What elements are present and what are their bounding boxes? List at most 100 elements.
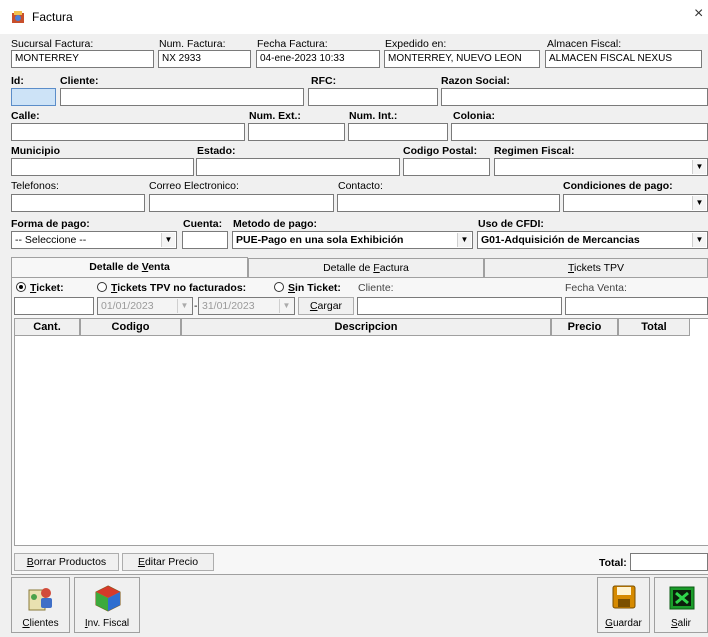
metodo-label: Metodo de pago: (233, 218, 317, 230)
rfc-field[interactable] (308, 88, 438, 106)
chevron-down-icon: ▼ (177, 299, 191, 313)
salir-key: S (670, 618, 678, 629)
tab-tickets-tpv[interactable]: Tickets TPV (484, 258, 708, 277)
telefonos-field[interactable] (11, 194, 145, 212)
regimen-label: Regimen Fiscal: (494, 145, 575, 157)
expedido-field[interactable]: MONTERREY, NUEVO LEON (384, 50, 540, 68)
column-header[interactable]: Precio (551, 318, 618, 336)
num-ext-field[interactable] (248, 123, 345, 141)
radio-off-icon (274, 282, 284, 292)
salir-button[interactable]: Salir (654, 577, 708, 633)
num-int-label: Num. Int.: (349, 110, 398, 122)
radio-tickets-tpv[interactable]: Tickets TPV no facturados: (97, 282, 246, 294)
inv-fiscal-button[interactable]: Inv. Fiscal (74, 577, 140, 633)
estado-field[interactable] (196, 158, 400, 176)
tab-detalle-factura[interactable]: Detalle de Factura (248, 258, 484, 277)
forma-select[interactable]: -- Seleccione -- ▼ (11, 231, 177, 249)
cliente-field[interactable] (60, 88, 304, 106)
column-header[interactable]: Total (618, 318, 690, 336)
editar-text: ditar Precio (144, 556, 199, 568)
radio-sin-ticket[interactable]: Sin Ticket: (274, 282, 341, 294)
calle-label: Calle: (11, 110, 40, 122)
tab-label-post: ickets TPV (574, 262, 625, 274)
fecha-field[interactable]: 04-ene-2023 10:33 (256, 50, 380, 68)
column-header[interactable]: Cant. (14, 318, 80, 336)
clientes-text: lientes (29, 618, 59, 629)
total-label: Total: (599, 557, 627, 569)
num-factura-field[interactable]: NX 2933 (158, 50, 251, 68)
correo-field[interactable] (149, 194, 334, 212)
forma-label: Forma de pago: (11, 218, 90, 230)
municipio-field[interactable] (11, 158, 194, 176)
radio-off-icon (97, 282, 107, 292)
almacen-label: Almacen Fiscal: (547, 38, 622, 50)
razon-label: Razon Social: (441, 75, 510, 87)
inventory-cube-icon (95, 585, 121, 612)
fecha-label: Fecha Factura: (257, 38, 328, 50)
num-factura-label: Num. Factura: (159, 38, 226, 50)
editar-key: E (137, 556, 145, 568)
radio-sin-key: S (288, 282, 296, 294)
cp-label: Codigo Postal: (403, 145, 478, 157)
title-bar: Factura × (0, 0, 708, 34)
products-grid[interactable] (14, 318, 708, 546)
radio-ticket-text: icket: (36, 282, 64, 294)
guardar-button[interactable]: Guardar (597, 577, 650, 633)
salir-caption: Salir (655, 618, 707, 629)
radio-on-icon (16, 282, 26, 292)
window-title: Factura (32, 10, 73, 24)
uso-select[interactable]: G01-Adquisición de Mercancias ▼ (477, 231, 708, 249)
expedido-label: Expedido en: (385, 38, 447, 50)
metodo-value: PUE-Pago en una sola Exhibición (236, 234, 404, 246)
fecha-venta-field[interactable] (565, 297, 708, 315)
ticket-field[interactable] (14, 297, 94, 315)
app-icon (12, 11, 24, 23)
num-ext-label: Num. Ext.: (249, 110, 301, 122)
forma-value: -- Seleccione -- (15, 234, 87, 246)
tab-detalle-venta[interactable]: Detalle de Venta (11, 257, 248, 278)
municipio-label: Municipio (11, 145, 60, 157)
cargar-button[interactable]: Cargar (298, 297, 354, 315)
cp-field[interactable] (403, 158, 490, 176)
id-label: Id: (11, 75, 24, 87)
column-header[interactable]: Descripcion (181, 318, 551, 336)
date-from-value: 01/01/2023 (101, 300, 154, 312)
chevron-down-icon: ▼ (692, 160, 706, 174)
borrar-productos-button[interactable]: Borrar Productos (14, 553, 119, 571)
clients-icon (28, 588, 52, 611)
calle-field[interactable] (11, 123, 245, 141)
save-disk-icon (612, 585, 636, 609)
inv-text: nv. Fiscal (87, 618, 130, 629)
razon-field[interactable] (441, 88, 708, 106)
radio-sin-text: in Ticket: (295, 282, 341, 294)
date-from-select[interactable]: 01/01/2023 ▼ (97, 297, 193, 315)
condiciones-select[interactable]: ▼ (563, 194, 708, 212)
regimen-select[interactable]: ▼ (494, 158, 708, 176)
id-field[interactable] (11, 88, 56, 106)
borrar-key: B (26, 556, 34, 568)
clientes-key: C (22, 618, 30, 629)
chevron-down-icon: ▼ (692, 233, 706, 247)
tab-label-post: actura (379, 262, 409, 274)
almacen-field[interactable]: ALMACEN FISCAL NEXUS (545, 50, 702, 68)
venta-cliente-label: Cliente: (358, 282, 394, 294)
uso-value: G01-Adquisición de Mercancias (481, 234, 640, 246)
uso-label: Uso de CFDI: (478, 218, 544, 230)
contacto-field[interactable] (337, 194, 560, 212)
cuenta-field[interactable] (182, 231, 228, 249)
venta-cliente-field[interactable] (357, 297, 562, 315)
salir-text: alir (677, 618, 691, 629)
sucursal-field[interactable]: MONTERREY (11, 50, 154, 68)
date-to-select[interactable]: 31/01/2023 ▼ (198, 297, 295, 315)
metodo-select[interactable]: PUE-Pago en una sola Exhibición ▼ (232, 231, 473, 249)
colonia-field[interactable] (451, 123, 708, 141)
column-header[interactable]: Codigo (80, 318, 181, 336)
chevron-down-icon: ▼ (457, 233, 471, 247)
total-field[interactable] (630, 553, 708, 571)
num-int-field[interactable] (348, 123, 448, 141)
editar-precio-button[interactable]: Editar Precio (122, 553, 214, 571)
chevron-down-icon: ▼ (161, 233, 175, 247)
close-icon[interactable]: × (694, 6, 703, 22)
radio-ticket[interactable]: Ticket: (16, 282, 64, 294)
clientes-button[interactable]: Clientes (11, 577, 70, 633)
